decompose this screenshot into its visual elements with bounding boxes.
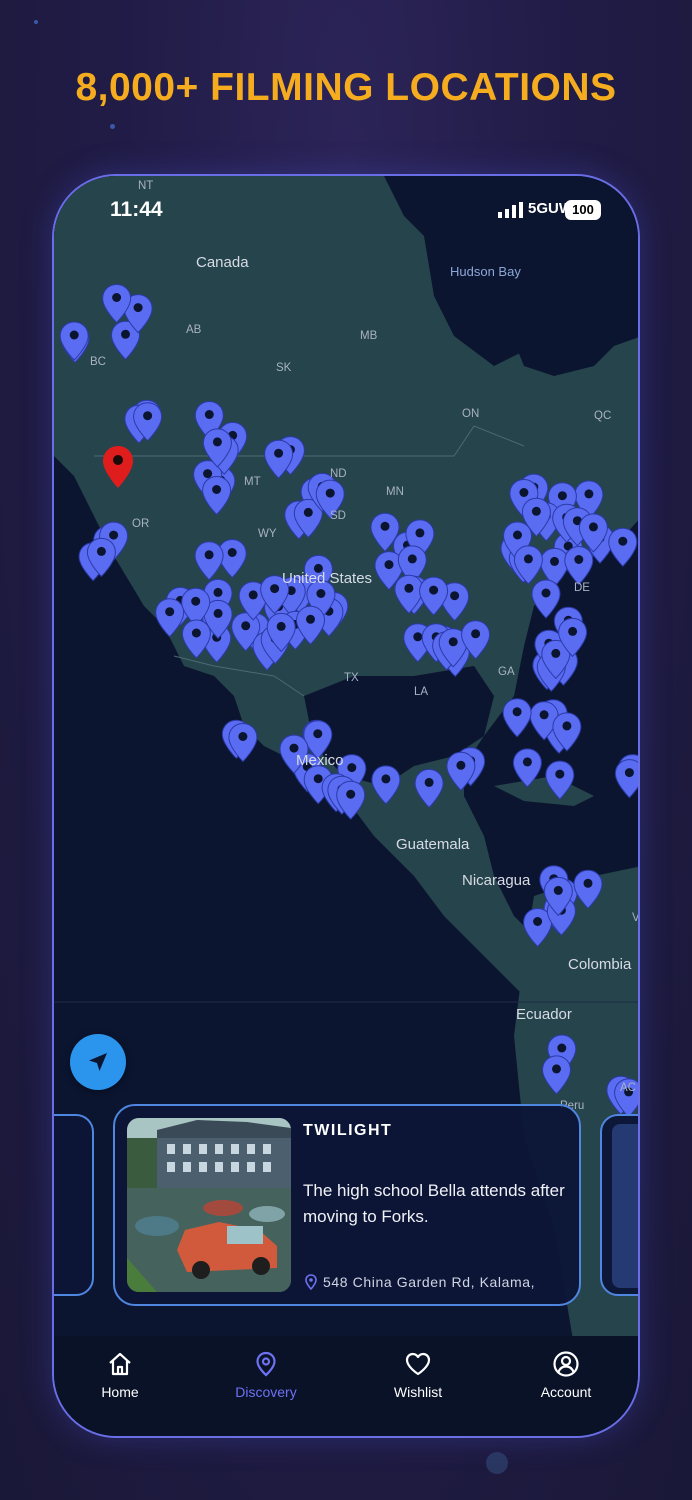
map-label-qc: QC bbox=[594, 410, 612, 422]
locate-me-button[interactable] bbox=[70, 1034, 126, 1090]
map-label-nicaragua: Nicaragua bbox=[462, 872, 531, 889]
decorative-dot bbox=[486, 1452, 508, 1474]
tab-account[interactable]: Account bbox=[506, 1350, 626, 1400]
map-label-ac: AC bbox=[620, 1082, 636, 1094]
tab-home-label: Home bbox=[101, 1384, 139, 1400]
map-label-united-states: United States bbox=[282, 570, 373, 587]
address-text: 548 China Garden Rd, Kalama, bbox=[323, 1274, 536, 1290]
tab-account-label: Account bbox=[540, 1384, 592, 1400]
heart-icon bbox=[405, 1352, 431, 1376]
tab-wishlist[interactable]: Wishlist bbox=[358, 1350, 478, 1400]
next-card-photo bbox=[612, 1124, 638, 1288]
decorative-dot bbox=[34, 20, 38, 24]
map-label-la: LA bbox=[414, 686, 429, 698]
map-label-nd: ND bbox=[330, 468, 347, 480]
map-label-mn: MN bbox=[386, 486, 404, 498]
map-label-mb: MB bbox=[360, 330, 378, 342]
status-bar: 11:44 5GUW 100 bbox=[54, 176, 638, 236]
bottom-tab-bar: Home Discovery Wishlist Account bbox=[54, 1336, 638, 1436]
map-label-de: DE bbox=[574, 582, 590, 594]
map-label-colombia: Colombia bbox=[568, 956, 632, 973]
map-label-bc: BC bbox=[90, 356, 106, 368]
location-description: The high school Bella attends after movi… bbox=[303, 1181, 565, 1226]
map-label-sd: SD bbox=[330, 510, 346, 522]
user-circle-icon bbox=[553, 1351, 579, 1377]
signal-icon bbox=[498, 202, 523, 218]
map-label-mt: MT bbox=[244, 476, 261, 488]
map-label-mexico: Mexico bbox=[296, 752, 344, 769]
previous-location-card[interactable]: a, bbox=[54, 1114, 94, 1296]
status-time: 11:44 bbox=[110, 198, 163, 221]
next-location-card[interactable] bbox=[600, 1114, 638, 1296]
decorative-dot bbox=[110, 124, 115, 129]
location-photo bbox=[127, 1118, 291, 1292]
map-label-tx: TX bbox=[344, 672, 359, 684]
battery-icon: 100 bbox=[565, 200, 601, 220]
home-icon bbox=[109, 1352, 131, 1376]
map-label-canada: Canada bbox=[196, 254, 249, 271]
location-pin-icon bbox=[256, 1351, 276, 1377]
map-label-hudson-bay: Hudson Bay bbox=[450, 264, 521, 279]
tab-home[interactable]: Home bbox=[60, 1350, 180, 1400]
movie-title: TWILIGHT bbox=[303, 1122, 393, 1139]
map-label-guatemala: Guatemala bbox=[396, 836, 470, 853]
map-label-ecuador: Ecuador bbox=[516, 1006, 572, 1023]
map-label-or: OR bbox=[132, 518, 150, 530]
tab-wishlist-label: Wishlist bbox=[393, 1384, 443, 1400]
pin-icon bbox=[305, 1274, 317, 1290]
location-card[interactable]: TWILIGHT The high school Bella attends a… bbox=[113, 1104, 581, 1306]
map-label-on: ON bbox=[462, 408, 480, 420]
tab-discovery-label: Discovery bbox=[235, 1384, 297, 1400]
location-address: 548 China Garden Rd, Kalama, bbox=[305, 1274, 535, 1290]
tab-discovery[interactable]: Discovery bbox=[206, 1350, 326, 1400]
navigation-arrow-icon bbox=[89, 1053, 107, 1071]
phone-frame: NT Canada Hudson Bay AB BC MB SK ON QC N… bbox=[52, 174, 640, 1438]
map-label-ab: AB bbox=[186, 324, 202, 336]
map-label-sk: SK bbox=[276, 362, 292, 374]
map-label-wy: WY bbox=[258, 528, 277, 540]
headline: 8,000+ FILMING LOCATIONS bbox=[75, 66, 617, 109]
map-label-v: V bbox=[632, 912, 640, 924]
map-label-ga: GA bbox=[498, 666, 515, 678]
